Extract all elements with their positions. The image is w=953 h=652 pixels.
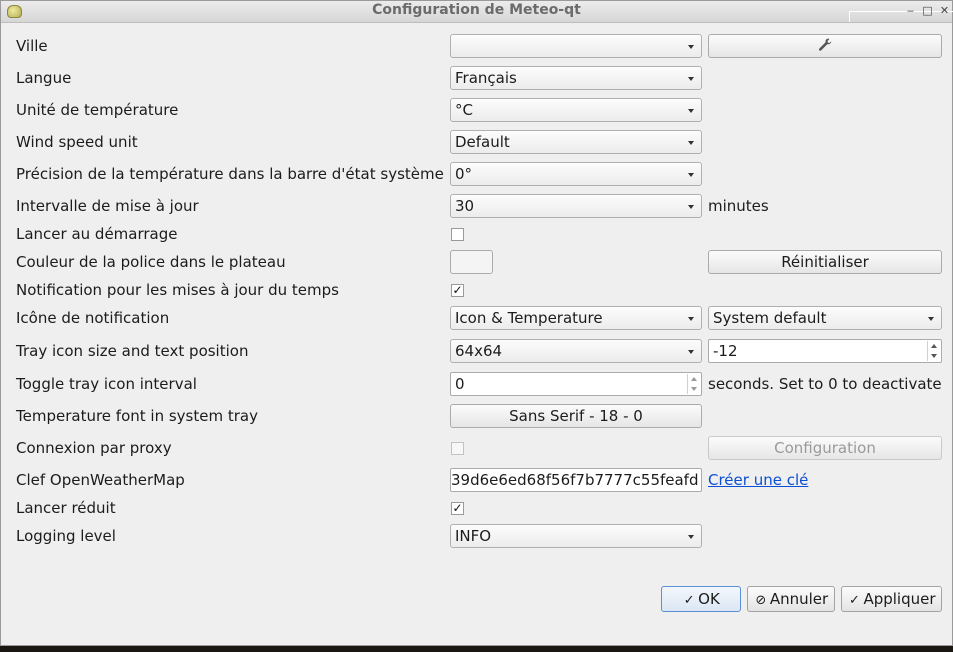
- tray-font-button[interactable]: Sans Serif - 18 - 0: [450, 404, 702, 428]
- tray-position-spinbox[interactable]: -12: [708, 339, 942, 363]
- maximize-icon[interactable]: □: [920, 3, 935, 18]
- api-key-input[interactable]: 39d6e6ed68f56f7b7777c55feafd: [450, 468, 702, 492]
- api-key-label: Clef OpenWeatherMap: [16, 471, 185, 489]
- checkmark-icon: ✓: [849, 593, 860, 608]
- city-search-button[interactable]: [708, 34, 942, 58]
- chevron-down-icon: [688, 535, 694, 539]
- chevron-down-icon: [688, 350, 694, 354]
- wind-unit-label: Wind speed unit: [16, 133, 138, 151]
- notif-icon-theme-value: System default: [713, 309, 827, 327]
- language-combo[interactable]: Français: [450, 66, 702, 90]
- proxy-label: Connexion par proxy: [16, 439, 172, 457]
- interval-suffix: minutes: [708, 197, 769, 215]
- ok-label: OK: [698, 590, 720, 608]
- tray-size-label: Tray icon size and text position: [16, 342, 249, 360]
- city-label: Ville: [16, 37, 48, 55]
- cancel-button[interactable]: ⊘ Annuler: [747, 586, 835, 612]
- autostart-checkbox[interactable]: [451, 228, 464, 241]
- logging-combo[interactable]: INFO: [450, 524, 702, 548]
- chevron-down-icon: [688, 317, 694, 321]
- chevron-down-icon: [928, 317, 934, 321]
- interval-value: 30: [455, 197, 475, 215]
- apply-button[interactable]: ✓ Appliquer: [841, 586, 942, 612]
- notif-icon-mode-value: Icon & Temperature: [455, 309, 603, 327]
- arrow-down-icon[interactable]: [691, 387, 697, 391]
- temp-unit-value: °C: [455, 101, 473, 119]
- proxy-config-button[interactable]: Configuration: [708, 436, 942, 460]
- language-value: Français: [455, 69, 517, 87]
- chevron-down-icon: [688, 205, 694, 209]
- title-bar[interactable]: Configuration de Meteo-qt ‒ □ ✕: [1, 1, 953, 23]
- chevron-down-icon: [688, 173, 694, 177]
- wind-unit-value: Default: [455, 133, 510, 151]
- start-minimized-label: Lancer réduit: [16, 499, 116, 517]
- city-combo[interactable]: [450, 34, 702, 58]
- tray-font-label: Temperature font in system tray: [16, 407, 258, 425]
- notification-label: Notification pour les mises à jour du te…: [16, 281, 339, 299]
- toggle-interval-label: Toggle tray icon interval: [16, 375, 197, 393]
- chevron-down-icon: [688, 45, 694, 49]
- arrow-down-icon[interactable]: [931, 354, 937, 358]
- apply-label: Appliquer: [863, 590, 936, 608]
- interval-combo[interactable]: 30: [450, 194, 702, 218]
- logging-value: INFO: [455, 527, 492, 545]
- language-label: Langue: [16, 69, 72, 87]
- font-color-label: Couleur de la police dans le plateau: [16, 253, 286, 271]
- start-minimized-checkbox[interactable]: ✓: [451, 502, 464, 515]
- config-dialog: Configuration de Meteo-qt ‒ □ ✕ Ville La…: [0, 0, 953, 646]
- toggle-interval-value: 0: [455, 375, 465, 393]
- chevron-down-icon: [688, 141, 694, 145]
- toggle-interval-suffix: seconds. Set to 0 to deactivate: [708, 375, 942, 393]
- logging-label: Logging level: [16, 527, 116, 545]
- checkmark-icon: ✓: [683, 593, 695, 608]
- cancel-label: Annuler: [769, 590, 829, 608]
- toggle-interval-spinbox[interactable]: 0: [450, 372, 702, 396]
- minimize-icon[interactable]: ‒: [903, 3, 918, 18]
- precision-value: 0°: [455, 165, 473, 183]
- tray-position-value: -12: [713, 342, 738, 360]
- window-title: Configuration de Meteo-qt: [372, 2, 581, 18]
- precision-label: Précision de la température dans la barr…: [16, 165, 444, 183]
- close-icon[interactable]: ✕: [937, 3, 952, 18]
- create-key-link[interactable]: Créer une clé: [708, 470, 808, 490]
- api-key-value: 39d6e6ed68f56f7b7777c55feafd: [451, 471, 699, 489]
- temp-unit-combo[interactable]: °C: [450, 98, 702, 122]
- temp-unit-label: Unité de température: [16, 101, 179, 119]
- precision-combo[interactable]: 0°: [450, 162, 702, 186]
- chevron-down-icon: [688, 77, 694, 81]
- tray-size-combo[interactable]: 64x64: [450, 339, 702, 363]
- arrow-up-icon[interactable]: [691, 377, 697, 381]
- chevron-down-icon: [688, 109, 694, 113]
- arrow-up-icon[interactable]: [931, 344, 937, 348]
- cancel-circle-icon: ⊘: [755, 593, 767, 608]
- font-color-swatch[interactable]: [450, 250, 493, 274]
- reset-button[interactable]: Réinitialiser: [708, 250, 942, 274]
- notif-icon-mode-combo[interactable]: Icon & Temperature: [450, 306, 702, 330]
- wind-unit-combo[interactable]: Default: [450, 130, 702, 154]
- autostart-label: Lancer au démarrage: [16, 225, 178, 243]
- spin-buttons[interactable]: [927, 341, 940, 361]
- tray-size-value: 64x64: [455, 342, 503, 360]
- notification-checkbox[interactable]: ✓: [451, 284, 464, 297]
- notif-icon-label: Icône de notification: [16, 309, 170, 327]
- interval-label: Intervalle de mise à jour: [16, 197, 199, 215]
- ok-button[interactable]: ✓ OK: [661, 586, 741, 612]
- wrench-icon: [818, 38, 832, 51]
- notif-icon-theme-combo[interactable]: System default: [708, 306, 942, 330]
- spin-buttons[interactable]: [687, 374, 700, 394]
- proxy-checkbox[interactable]: [451, 442, 464, 455]
